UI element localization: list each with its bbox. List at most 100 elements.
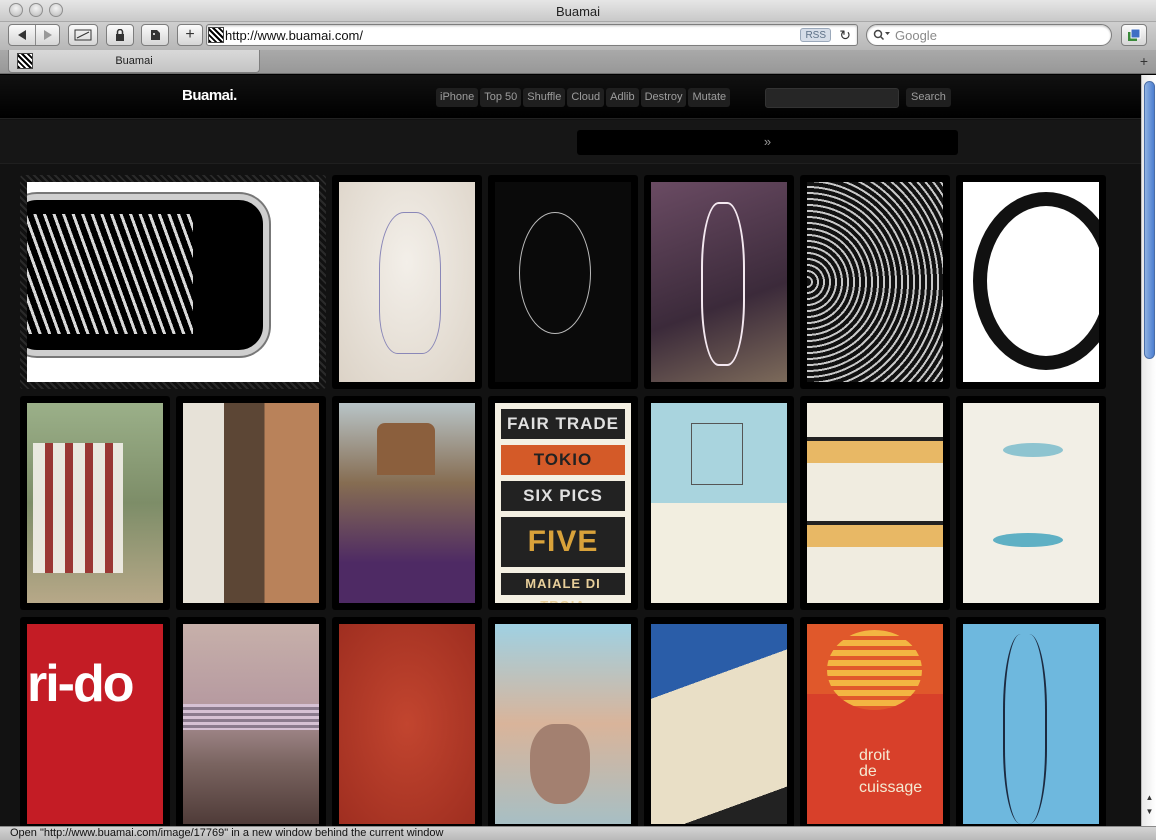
next-page-button[interactable]: » <box>577 130 958 155</box>
thumbnail-image <box>495 182 631 382</box>
thumbnail-image <box>27 403 163 603</box>
poster-line: FIVE <box>501 517 625 567</box>
ridoc-text: ri-do <box>27 655 135 713</box>
nav-destroy[interactable]: Destroy <box>640 88 687 107</box>
nav-cloud[interactable]: Cloud <box>567 88 605 107</box>
new-tab-icon[interactable]: + <box>1140 53 1148 69</box>
thumbnail-image <box>339 182 475 382</box>
thumbnail-image <box>963 182 1099 382</box>
thumbnail-image <box>495 624 631 824</box>
thumbnail-image <box>339 624 475 824</box>
security-button[interactable] <box>106 24 134 46</box>
thumbnail-image <box>339 403 475 603</box>
thumbnail-racing-poster[interactable] <box>644 617 794 826</box>
poster-line: TOKIO <box>501 445 625 475</box>
address-bar[interactable]: http://www.buamai.com/ RSS ↻ <box>206 24 858 46</box>
thumbnail-image: FAIR TRADE TOKIO SIX PICS FIVE MAIALE DI… <box>495 403 631 603</box>
thumbnail-sketch-portrait[interactable] <box>332 175 482 389</box>
snapback-icon <box>74 29 92 41</box>
poster-line: FAIR TRADE <box>501 409 625 439</box>
thumbnail-birds[interactable] <box>956 396 1106 610</box>
search-magnifier-icon <box>873 29 890 41</box>
thumbnail-collage-face[interactable] <box>488 617 638 826</box>
tab-buamai[interactable]: Buamai <box>8 50 260 73</box>
scroll-thumb[interactable] <box>1144 81 1155 359</box>
thumbnail-image <box>183 403 319 603</box>
droit-text: droit de cuissage <box>859 748 922 796</box>
thumbnail-dancer[interactable] <box>956 617 1106 826</box>
site-favicon-icon <box>208 27 224 43</box>
add-bookmark-button[interactable]: + <box>177 24 203 46</box>
thumbnail-glitch-face[interactable] <box>176 617 326 826</box>
site-search-input[interactable] <box>765 88 899 108</box>
window-stack-icon <box>1128 28 1141 41</box>
thumbnail-poster-typography[interactable]: FAIR TRADE TOKIO SIX PICS FIVE MAIALE DI… <box>488 396 638 610</box>
thumbnail-image <box>651 182 787 382</box>
url-text[interactable]: http://www.buamai.com/ <box>225 28 363 43</box>
back-arrow-icon <box>18 30 26 40</box>
thumbnail-image <box>807 182 943 382</box>
poster-line: SIX PICS <box>501 481 625 511</box>
thumbnail-image <box>27 182 319 382</box>
lock-icon <box>116 29 124 41</box>
tab-label: Buamai <box>115 55 153 67</box>
page-viewport: Buamai. iPhone Top 50 Shuffle Cloud Adli… <box>0 75 1141 826</box>
plus-icon: + <box>185 26 195 43</box>
site-header: Buamai. iPhone Top 50 Shuffle Cloud Adli… <box>0 75 1141 119</box>
thumbnail-ink-circle[interactable] <box>956 175 1106 389</box>
nav-mutate[interactable]: Mutate <box>688 88 731 107</box>
google-search-placeholder: Google <box>895 28 937 43</box>
forward-arrow-icon <box>44 30 52 40</box>
thumbnail-light-drawing[interactable] <box>488 175 638 389</box>
thumbnail-painting[interactable] <box>176 396 326 610</box>
thumbnail-chair-diagram[interactable] <box>644 396 794 610</box>
thumbnail-image <box>807 403 943 603</box>
thumbnail-image <box>651 624 787 824</box>
pager-bar: » <box>0 120 1141 164</box>
scroll-up-arrow-icon[interactable]: ▲ <box>1144 793 1155 803</box>
evernote-elephant-icon <box>151 30 160 40</box>
vertical-scrollbar[interactable]: ▲ ▼ <box>1141 75 1156 826</box>
evernote-button[interactable] <box>141 24 169 46</box>
window-titlebar: Buamai <box>0 0 1156 22</box>
scroll-down-arrow-icon[interactable]: ▼ <box>1144 807 1155 817</box>
thumbnail-geometric[interactable] <box>800 396 950 610</box>
window-title: Buamai <box>555 4 601 19</box>
site-logo[interactable]: Buamai. <box>182 87 237 104</box>
google-search-field[interactable]: Google <box>866 24 1112 46</box>
poster-line: MAIALE DI TROIA <box>501 573 625 603</box>
thumbnail-image <box>651 403 787 603</box>
reload-icon[interactable]: ↻ <box>839 27 851 44</box>
droit-line: droit <box>859 747 891 764</box>
back-button[interactable] <box>9 25 35 45</box>
thumbnail-iphone[interactable] <box>20 175 326 389</box>
thumbnail-rings[interactable] <box>800 175 950 389</box>
downloads-button[interactable] <box>1121 24 1147 46</box>
snapback-button[interactable] <box>68 24 98 46</box>
back-forward-control <box>8 24 60 46</box>
nav-top-50[interactable]: Top 50 <box>480 88 522 107</box>
tab-bar: Buamai + <box>0 50 1156 74</box>
browser-toolbar: + http://www.buamai.com/ RSS ↻ Google <box>0 22 1156 50</box>
thumbnail-ri-do[interactable]: ri-do <box>20 617 170 826</box>
site-search-button[interactable]: Search <box>906 88 951 107</box>
rss-badge[interactable]: RSS <box>800 28 831 42</box>
nav-adlib[interactable]: Adlib <box>606 88 639 107</box>
site-nav: iPhone Top 50 Shuffle Cloud Adlib Destro… <box>436 88 731 107</box>
thumbnail-image <box>963 403 1099 603</box>
thumbnail-image <box>183 624 319 824</box>
nav-shuffle[interactable]: Shuffle <box>523 88 566 107</box>
status-bar: Open "http://www.buamai.com/image/17769"… <box>0 826 1156 840</box>
thumbnail-droit-de-cuissage[interactable]: droit de cuissage <box>800 617 950 826</box>
thumbnail-image: ri-do <box>27 624 163 824</box>
forward-button[interactable] <box>36 25 60 45</box>
thumbnail-red-texture[interactable] <box>332 617 482 826</box>
nav-iphone[interactable]: iPhone <box>436 88 479 107</box>
thumbnail-image <box>963 624 1099 824</box>
thumbnail-light-painting[interactable] <box>644 175 794 389</box>
thumbnail-wonka[interactable] <box>332 396 482 610</box>
thumbnail-folk-dancers[interactable] <box>20 396 170 610</box>
status-text: Open "http://www.buamai.com/image/17769"… <box>10 827 444 839</box>
thumbnail-image: droit de cuissage <box>807 624 943 824</box>
droit-line: cuissage <box>859 779 923 796</box>
